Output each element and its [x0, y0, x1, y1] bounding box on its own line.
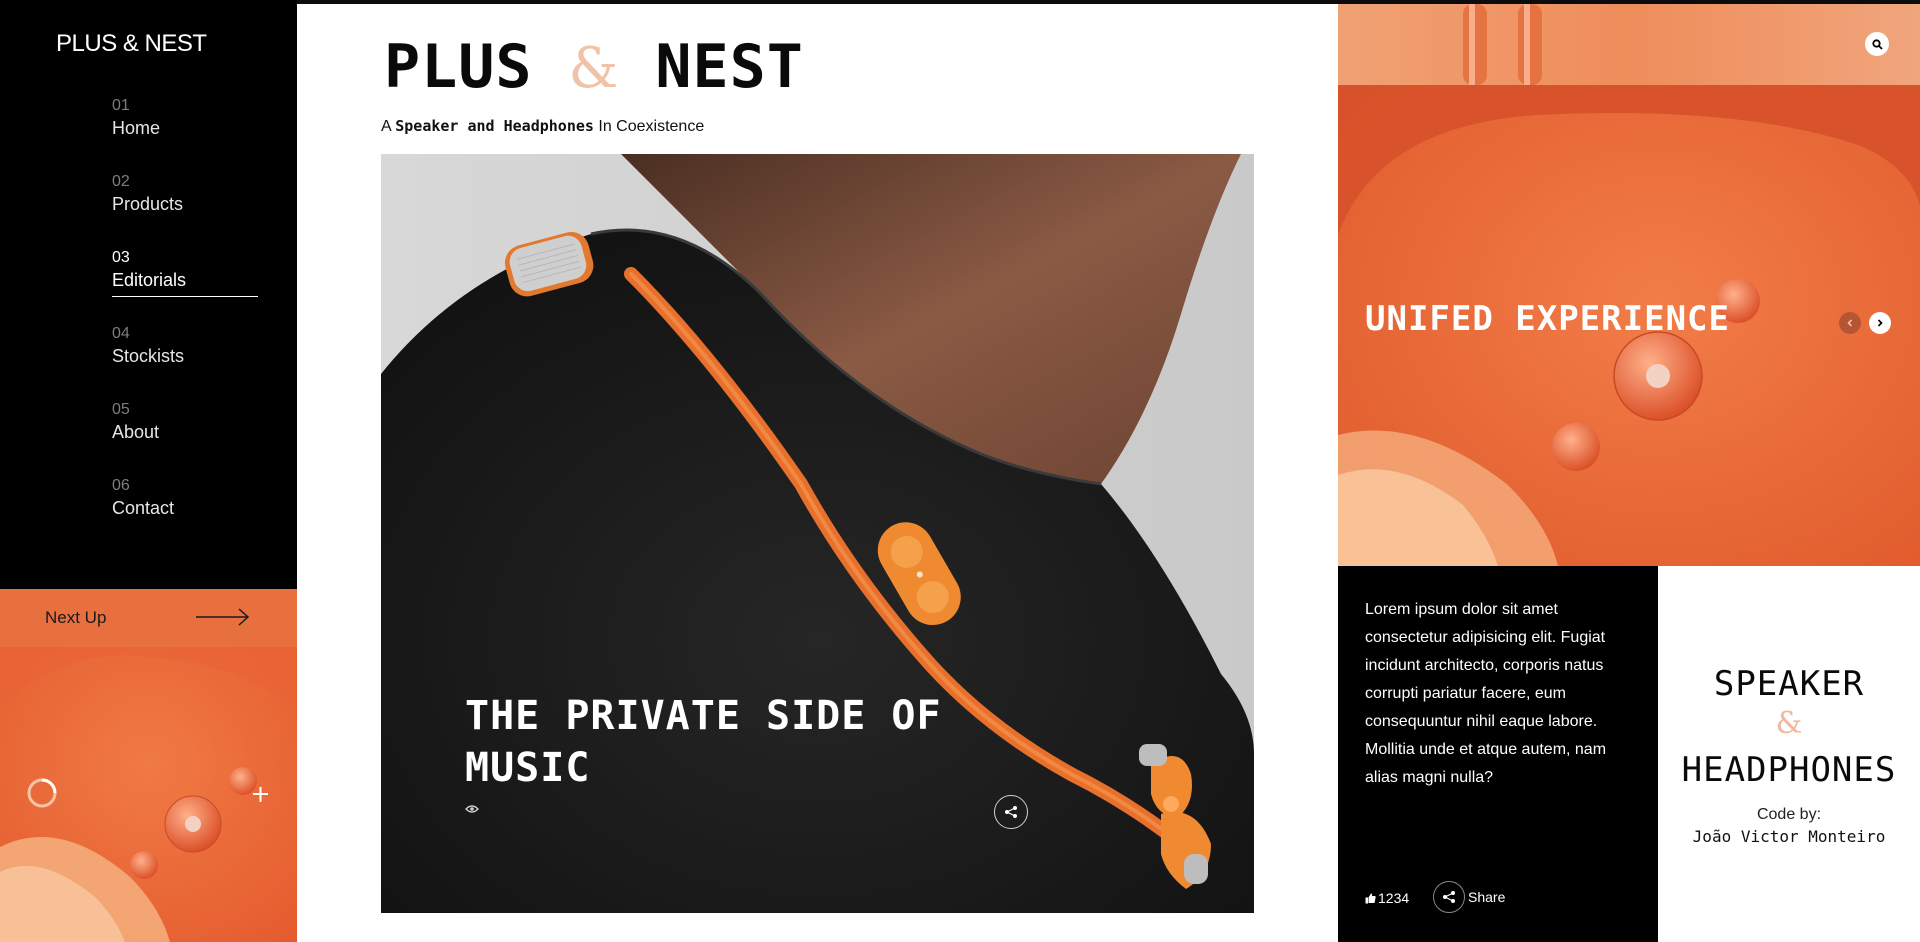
- search-icon: [1871, 38, 1883, 50]
- nav-item-contact[interactable]: 06 Contact: [112, 476, 258, 552]
- nav-label: About: [112, 422, 160, 442]
- code-by-label: Code by:: [1756, 806, 1822, 823]
- nav-number: 05: [112, 401, 130, 418]
- eye-icon[interactable]: [465, 804, 479, 814]
- feature-title: UNIFED EXPERIENCE: [1365, 299, 1730, 339]
- page-subtitle: A Speaker and Headphones In Coexistence: [381, 117, 704, 136]
- brand-logo[interactable]: PLUS & NEST: [56, 30, 207, 58]
- nav-item-products[interactable]: 02 Products: [112, 172, 258, 248]
- chevron-right-icon: [1877, 319, 1883, 327]
- slider-prev-button[interactable]: [1839, 312, 1861, 334]
- next-up-thumbnail[interactable]: [0, 647, 297, 942]
- like-count: 1234: [1378, 890, 1410, 906]
- share-button[interactable]: Share: [1433, 881, 1505, 913]
- thumbs-up-icon: [1365, 893, 1376, 903]
- title-left: PLUS: [384, 32, 533, 102]
- nav-number: 03: [112, 249, 130, 266]
- nav-number: 01: [112, 97, 130, 114]
- page-title: PLUS & NEST: [384, 32, 804, 102]
- chevron-left-icon: [1847, 319, 1853, 327]
- like-button[interactable]: 1234: [1365, 890, 1409, 906]
- share-icon: [1005, 806, 1017, 818]
- title-ampersand: &: [568, 36, 620, 101]
- title-right: NEST: [655, 32, 804, 102]
- nav-number: 04: [112, 325, 130, 342]
- nav-label: Editorials: [112, 268, 258, 297]
- credits-line-1: SPEAKER: [1713, 664, 1865, 704]
- hero-card[interactable]: THE PRIVATE SIDE OF MUSIC: [381, 154, 1254, 913]
- arrow-right-icon: [196, 608, 250, 626]
- thumbnail-image: [0, 647, 297, 942]
- nav-label: Home: [112, 118, 161, 138]
- share-label: Share: [1468, 889, 1506, 905]
- nav-number: 06: [112, 477, 130, 494]
- slider-next-button[interactable]: [1869, 312, 1891, 334]
- nav-item-about[interactable]: 05 About: [112, 400, 258, 476]
- credits-ampersand: &: [1775, 706, 1803, 741]
- search-button[interactable]: [1865, 32, 1889, 56]
- subtitle-bold: Speaker and Headphones: [395, 117, 594, 135]
- next-up-button[interactable]: Next Up: [0, 589, 297, 647]
- feature-slider: UNIFED EXPERIENCE: [1338, 85, 1920, 566]
- subtitle-prefix: A: [381, 118, 391, 135]
- hero-share-button[interactable]: [994, 795, 1028, 829]
- share-icon-circle: [1433, 881, 1465, 913]
- article-body: Lorem ipsum dolor sit amet consectetur a…: [1365, 601, 1607, 786]
- banner-image: [1463, 4, 1542, 85]
- nav-label: Products: [112, 194, 184, 214]
- header-banner: [1338, 4, 1920, 85]
- nav-item-editorials[interactable]: 03 Editorials: [112, 248, 258, 324]
- nav-number: 02: [112, 173, 130, 190]
- credits-line-2: HEADPHONES: [1681, 750, 1897, 790]
- sidebar: PLUS & NEST 01 Home 02 Products 03 Edito…: [0, 0, 297, 942]
- hero-title: THE PRIVATE SIDE OF MUSIC: [465, 693, 942, 791]
- nav-item-home[interactable]: 01 Home: [112, 96, 258, 172]
- nav-label: Contact: [112, 498, 175, 518]
- nav-label: Stockists: [112, 346, 185, 366]
- main-content: PLUS & NEST A Speaker and Headphones In …: [297, 4, 1338, 942]
- main-nav: 01 Home 02 Products 03 Editorials 04 Sto…: [112, 96, 258, 552]
- author-name[interactable]: João Victor Monteiro: [1658, 827, 1920, 846]
- article-panel: Lorem ipsum dolor sit amet consectetur a…: [1338, 566, 1658, 942]
- next-up-label: Next Up: [45, 608, 107, 627]
- right-column: UNIFED EXPERIENCE Lorem ipsum dolor sit …: [1338, 4, 1920, 942]
- nav-item-stockists[interactable]: 04 Stockists: [112, 324, 258, 400]
- share-icon: [1443, 891, 1455, 903]
- credits-panel: SPEAKER & HEADPHONES Code by: João Victo…: [1658, 566, 1920, 942]
- hero-image: [381, 154, 1254, 913]
- subtitle-suffix: In Coexistence: [598, 118, 705, 135]
